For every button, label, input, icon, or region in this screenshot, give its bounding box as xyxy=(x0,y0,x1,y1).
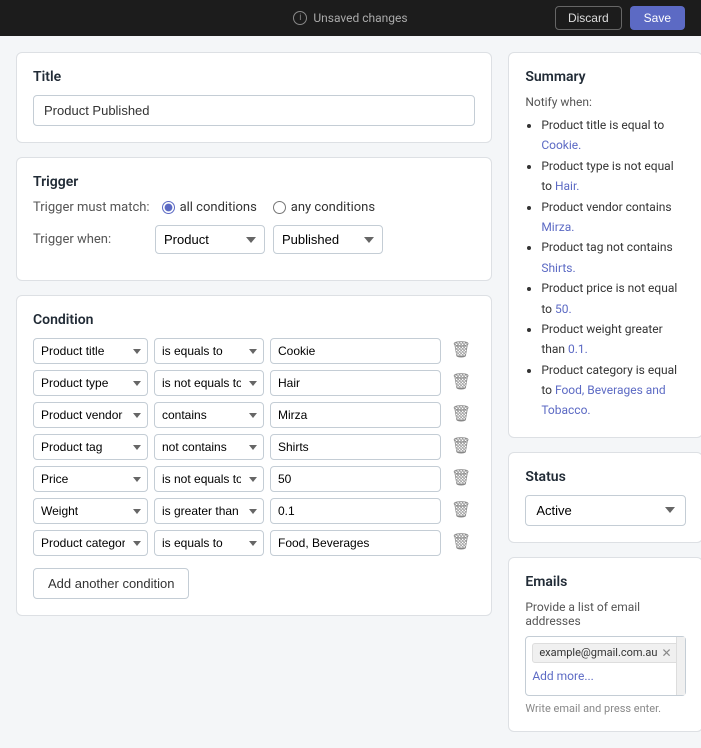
trigger-label: Trigger xyxy=(33,174,475,190)
add-more-link[interactable]: Add more... xyxy=(532,669,678,683)
info-icon: i xyxy=(293,11,307,25)
condition-delete-button[interactable]: 🗑 xyxy=(447,371,475,395)
title-label: Title xyxy=(33,69,475,85)
title-card: Title xyxy=(16,52,492,143)
email-tag: example@gmail.com.au ✕ xyxy=(532,643,678,663)
condition-field-select[interactable]: Product titleProduct typeProduct vendorP… xyxy=(33,498,148,524)
summary-item: Product vendor contains Mirza. xyxy=(541,197,685,238)
status-label: Status xyxy=(525,469,685,485)
when-label: Trigger when: xyxy=(33,232,143,247)
condition-op-select[interactable]: is equals tois not equals tocontainsnot … xyxy=(154,498,264,524)
summary-item: Product tag not contains Shirts. xyxy=(541,237,685,278)
unsaved-label: Unsaved changes xyxy=(313,11,407,25)
condition-value-input[interactable] xyxy=(270,370,441,396)
condition-row: Product titleProduct typeProduct vendorP… xyxy=(33,530,475,556)
add-condition-button[interactable]: Add another condition xyxy=(33,568,189,599)
radio-all-conditions[interactable]: all conditions xyxy=(162,200,257,215)
summary-list: Product title is equal to Cookie.Product… xyxy=(525,115,685,421)
condition-label: Condition xyxy=(33,312,475,328)
right-column: Summary Notify when: Product title is eq… xyxy=(508,52,701,732)
email-tag-close[interactable]: ✕ xyxy=(661,646,671,660)
condition-value-input[interactable] xyxy=(270,434,441,460)
condition-op-select[interactable]: is equals tois not equals tocontainsnot … xyxy=(154,370,264,396)
condition-op-select[interactable]: is equals tois not equals tocontainsnot … xyxy=(154,466,264,492)
must-match-label: Trigger must match: xyxy=(33,200,150,215)
top-bar: i Unsaved changes Discard Save xyxy=(0,0,701,36)
condition-delete-button[interactable]: 🗑 xyxy=(447,531,475,555)
emails-subtitle: Provide a list of email addresses xyxy=(525,600,685,628)
radio-any-input[interactable] xyxy=(273,201,286,214)
save-button[interactable]: Save xyxy=(630,6,685,30)
condition-op-select[interactable]: is equals tois not equals tocontainsnot … xyxy=(154,402,264,428)
condition-field-select[interactable]: Product titleProduct typeProduct vendorP… xyxy=(33,434,148,460)
status-card: Status Active Inactive xyxy=(508,452,701,543)
discard-button[interactable]: Discard xyxy=(555,6,622,30)
all-conditions-label: all conditions xyxy=(180,200,257,215)
radio-group: all conditions any conditions xyxy=(162,200,375,215)
trigger-match-row: Trigger must match: all conditions any c… xyxy=(33,200,475,215)
summary-item: Product weight greater than 0.1. xyxy=(541,319,685,360)
emails-card: Emails Provide a list of email addresses… xyxy=(508,557,701,732)
condition-delete-button[interactable]: 🗑 xyxy=(447,499,475,523)
condition-field-select[interactable]: Product titleProduct typeProduct vendorP… xyxy=(33,466,148,492)
condition-row: Product titleProduct typeProduct vendorP… xyxy=(33,434,475,460)
condition-delete-button[interactable]: 🗑 xyxy=(447,467,475,491)
condition-value-input[interactable] xyxy=(270,402,441,428)
condition-value-input[interactable] xyxy=(270,498,441,524)
summary-item: Product title is equal to Cookie. xyxy=(541,115,685,156)
condition-rows: Product titleProduct typeProduct vendorP… xyxy=(33,338,475,556)
summary-card: Summary Notify when: Product title is eq… xyxy=(508,52,701,438)
condition-op-select[interactable]: is equals tois not equals tocontainsnot … xyxy=(154,530,264,556)
top-bar-actions: Discard Save xyxy=(555,6,685,30)
condition-field-select[interactable]: Product titleProduct typeProduct vendorP… xyxy=(33,338,148,364)
left-column: Title Trigger Trigger must match: all co… xyxy=(16,52,492,732)
summary-item: Product type is not equal to Hair. xyxy=(541,156,685,197)
condition-row: Product titleProduct typeProduct vendorP… xyxy=(33,338,475,364)
condition-delete-button[interactable]: 🗑 xyxy=(447,339,475,363)
summary-label: Summary xyxy=(525,69,685,85)
condition-field-select[interactable]: Product titleProduct typeProduct vendorP… xyxy=(33,402,148,428)
condition-delete-button[interactable]: 🗑 xyxy=(447,435,475,459)
email-hint: Write email and press enter. xyxy=(525,702,685,715)
notify-label: Notify when: xyxy=(525,95,685,109)
condition-op-select[interactable]: is equals tois not equals tocontainsnot … xyxy=(154,434,264,460)
status-select[interactable]: Active Inactive xyxy=(525,495,685,526)
condition-row: Product titleProduct typeProduct vendorP… xyxy=(33,498,475,524)
condition-value-input[interactable] xyxy=(270,338,441,364)
email-tag-value: example@gmail.com.au xyxy=(539,646,657,659)
summary-item: Product category is equal to Food, Bever… xyxy=(541,360,685,421)
condition-op-select[interactable]: is equals tois not equals tocontainsnot … xyxy=(154,338,264,364)
condition-value-input[interactable] xyxy=(270,466,441,492)
condition-delete-button[interactable]: 🗑 xyxy=(447,403,475,427)
trigger-when-row: Trigger when: Product Order Customer Pub… xyxy=(33,225,475,254)
condition-field-select[interactable]: Product titleProduct typeProduct vendorP… xyxy=(33,530,148,556)
when-selects: Product Order Customer Published Created… xyxy=(155,225,383,254)
radio-all-input[interactable] xyxy=(162,201,175,214)
main-content: Title Trigger Trigger must match: all co… xyxy=(0,36,701,748)
summary-item: Product price is not equal to 50. xyxy=(541,278,685,319)
trigger-card: Trigger Trigger must match: all conditio… xyxy=(16,157,492,281)
radio-any-conditions[interactable]: any conditions xyxy=(273,200,375,215)
condition-field-select[interactable]: Product titleProduct typeProduct vendorP… xyxy=(33,370,148,396)
condition-card: Condition Product titleProduct typeProdu… xyxy=(16,295,492,616)
condition-row: Product titleProduct typeProduct vendorP… xyxy=(33,402,475,428)
email-box[interactable]: example@gmail.com.au ✕ Add more... xyxy=(525,636,685,696)
trigger-when-select1[interactable]: Product Order Customer xyxy=(155,225,265,254)
condition-row: Product titleProduct typeProduct vendorP… xyxy=(33,370,475,396)
condition-row: Product titleProduct typeProduct vendorP… xyxy=(33,466,475,492)
any-conditions-label: any conditions xyxy=(291,200,375,215)
trigger-when-select2[interactable]: Published Created Updated Deleted xyxy=(273,225,383,254)
condition-value-input[interactable] xyxy=(270,530,441,556)
title-input[interactable] xyxy=(33,95,475,126)
